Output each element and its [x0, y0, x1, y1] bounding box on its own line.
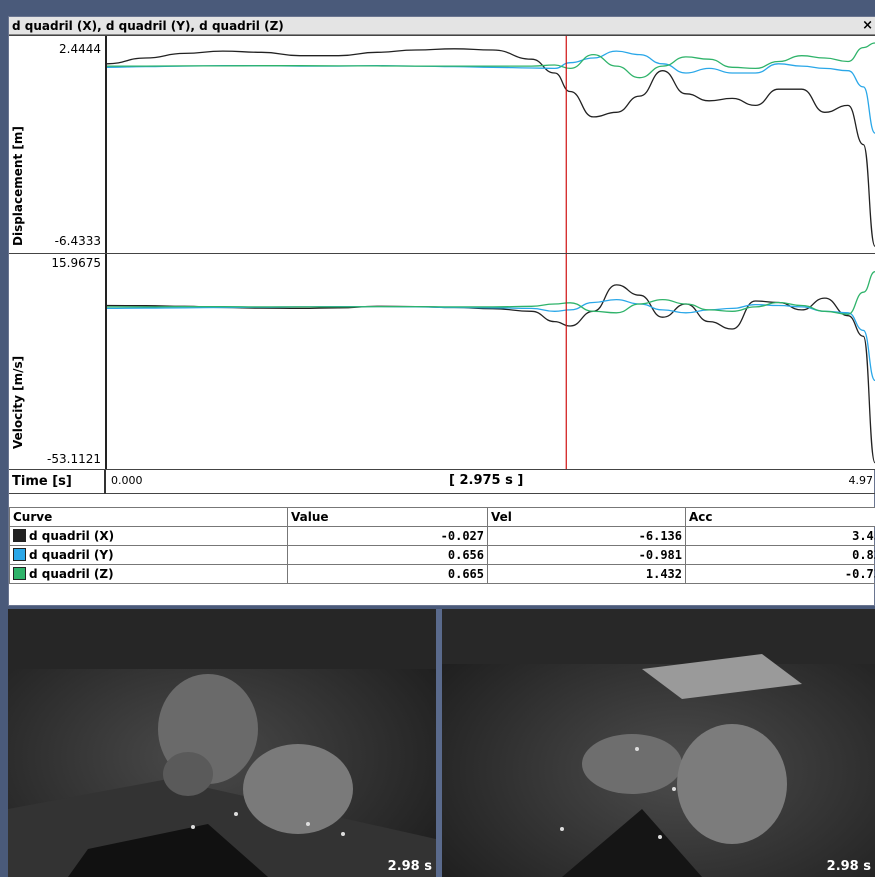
curve-name: d quadril (Y) — [29, 548, 114, 562]
color-swatch[interactable] — [13, 529, 26, 542]
velocity-chart — [107, 254, 875, 469]
header-curve[interactable]: Curve — [9, 507, 288, 527]
color-swatch[interactable] — [13, 567, 26, 580]
header-value[interactable]: Value — [287, 507, 488, 527]
time-axis-label: Time [s] — [12, 474, 72, 489]
vel-cell: -0.981 — [487, 545, 686, 565]
acc-cell: 0.82 — [685, 545, 875, 565]
displacement-ylabel: Displacement [m] — [11, 126, 25, 246]
video-view-right[interactable]: 2.98 s — [442, 609, 875, 877]
series-line-y — [107, 50, 875, 134]
time-axis-bar[interactable]: Time [s] 0.000 [ 2.975 s ] 4.97 — [9, 469, 875, 494]
video-view-left[interactable]: 2.98 s — [8, 609, 436, 877]
graph-window: d quadril (X), d quadril (Y), d quadril … — [8, 16, 875, 606]
vel-cell: 1.432 — [487, 564, 686, 584]
video-timestamp: 2.98 s — [387, 859, 432, 874]
table-row[interactable]: d quadril (Z) 0.665 1.432 -0.73 — [9, 564, 875, 584]
video-frame-left — [8, 609, 436, 877]
velocity-panel: 15.9675 -53.1121 Velocity [m/s] — [9, 253, 875, 469]
series-line-x — [107, 284, 875, 464]
video-frame-right — [442, 609, 875, 877]
curve-name: d quadril (Z) — [29, 567, 114, 581]
value-cell: 0.665 — [287, 564, 488, 584]
velocity-ylabel: Velocity [m/s] — [11, 355, 25, 449]
value-cell: 0.656 — [287, 545, 488, 565]
velocity-plot[interactable] — [105, 254, 875, 469]
table-row[interactable]: d quadril (Y) 0.656 -0.981 0.82 — [9, 545, 875, 565]
window-title: d quadril (X), d quadril (Y), d quadril … — [12, 19, 284, 33]
value-cell: -0.027 — [287, 526, 488, 546]
color-swatch[interactable] — [13, 548, 26, 561]
displacement-panel: 2.4444 -6.4333 Displacement [m] — [9, 35, 875, 253]
curve-table: Curve Value Vel Acc d quadril (X) -0.027… — [9, 507, 875, 584]
acc-cell: 3.45 — [685, 526, 875, 546]
header-vel[interactable]: Vel — [487, 507, 686, 527]
window-titlebar[interactable]: d quadril (X), d quadril (Y), d quadril … — [9, 17, 875, 35]
close-icon[interactable]: × — [862, 17, 873, 34]
displacement-plot[interactable] — [105, 36, 875, 253]
curve-cell[interactable]: d quadril (Z) — [9, 564, 288, 584]
header-acc[interactable]: Acc — [685, 507, 875, 527]
series-line-x — [107, 48, 875, 247]
displacement-chart — [107, 36, 875, 253]
series-line-y — [107, 298, 875, 382]
time-end: 4.97 — [848, 474, 874, 487]
time-axis-separator — [104, 470, 106, 494]
acc-cell: -0.73 — [685, 564, 875, 584]
vel-cell: -6.136 — [487, 526, 686, 546]
table-header-row: Curve Value Vel Acc — [9, 507, 875, 527]
curve-name: d quadril (X) — [29, 529, 115, 543]
curve-cell[interactable]: d quadril (X) — [9, 526, 288, 546]
video-timestamp: 2.98 s — [826, 859, 871, 874]
time-start: 0.000 — [111, 474, 143, 487]
curve-cell[interactable]: d quadril (Y) — [9, 545, 288, 565]
table-row[interactable]: d quadril (X) -0.027 -6.136 3.45 — [9, 526, 875, 546]
time-current: [ 2.975 s ] — [449, 473, 524, 488]
